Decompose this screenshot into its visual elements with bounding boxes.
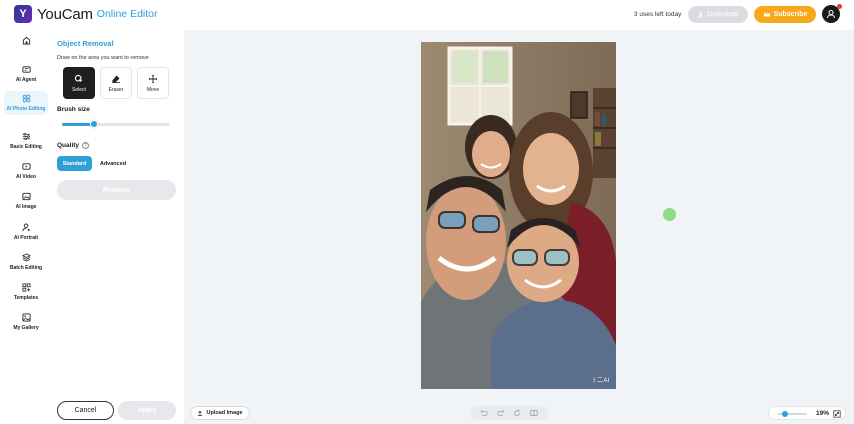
brush-size-label: Brush size xyxy=(57,106,90,113)
undo-icon[interactable] xyxy=(480,409,488,417)
eraser-tool-label: Eraser xyxy=(108,86,124,93)
move-icon xyxy=(148,74,158,83)
redo-icon[interactable] xyxy=(497,409,505,417)
top-bar: Y YouCam Online Editor 3 uses left today… xyxy=(0,0,854,30)
nav-basic-editing[interactable]: Basic Editing xyxy=(4,132,48,150)
watermark-text: ᛒ二AI xyxy=(592,378,610,384)
reset-icon[interactable] xyxy=(513,409,521,417)
select-tool-button[interactable]: Select xyxy=(63,67,95,99)
layers-icon xyxy=(21,253,31,262)
nav-ai-image[interactable]: AI Image xyxy=(4,192,48,210)
nav-ai-portrait-label: AI Portrait xyxy=(13,235,39,241)
ai-agent-icon xyxy=(21,66,31,73)
family-photo[interactable]: ᛒ二AI xyxy=(421,42,616,389)
left-nav: AI Agent AI Photo Editing Basic Editing … xyxy=(0,30,52,424)
move-tool-label: Move xyxy=(146,86,160,93)
subscribe-button[interactable]: Subscribe xyxy=(754,6,816,23)
nav-my-gallery[interactable]: My Gallery xyxy=(4,313,48,331)
zoom-slider[interactable] xyxy=(777,411,807,417)
family-selfie-image xyxy=(421,42,616,389)
user-icon xyxy=(827,10,835,19)
panel-title: Object Removal xyxy=(57,39,114,48)
upload-image-button[interactable]: Upload Image xyxy=(190,406,250,420)
nav-ai-video-label: AI Video xyxy=(16,174,36,180)
panel-subtitle: Draw on the area you want to remove xyxy=(57,55,149,61)
info-icon[interactable]: ? xyxy=(82,142,90,149)
nav-batch-editing-label: Batch Editing xyxy=(9,265,43,271)
brush-cursor xyxy=(663,208,676,221)
object-removal-panel: Object Removal Draw on the area you want… xyxy=(52,30,184,424)
editor-canvas[interactable]: ᛒ二AI Upload Image 19% xyxy=(184,30,854,424)
crown-icon xyxy=(763,11,770,17)
nav-templates-label: Templates xyxy=(13,295,39,301)
quality-advanced-button[interactable]: Advanced xyxy=(95,156,131,171)
quality-standard-button[interactable]: Standard xyxy=(57,156,92,171)
nav-ai-video[interactable]: AI Video xyxy=(4,162,48,180)
nav-home[interactable] xyxy=(4,36,48,48)
select-icon xyxy=(74,74,83,82)
select-tool-label: Select xyxy=(72,86,86,93)
quality-label: Quality xyxy=(57,142,80,150)
quality-heading: Quality? xyxy=(57,142,90,150)
download-button[interactable]: Download xyxy=(688,6,748,23)
nav-my-gallery-label: My Gallery xyxy=(13,325,39,331)
upload-icon xyxy=(198,410,203,416)
nav-ai-agent[interactable]: AI Agent xyxy=(4,65,48,83)
app-logo[interactable]: Y YouCam Online Editor xyxy=(14,5,158,23)
app-name: YouCam xyxy=(37,5,93,23)
video-icon xyxy=(21,163,31,170)
templates-icon xyxy=(21,283,31,292)
zoom-value: 19% xyxy=(816,410,830,417)
nav-basic-editing-label: Basic Editing xyxy=(10,144,42,150)
uses-left-text: 3 uses left today xyxy=(634,11,682,18)
eraser-icon xyxy=(112,75,120,83)
nav-templates[interactable]: Templates xyxy=(4,283,48,301)
download-label: Download xyxy=(707,11,739,18)
app-subtitle: Online Editor xyxy=(96,8,158,20)
nav-batch-editing[interactable]: Batch Editing xyxy=(4,253,48,271)
nav-ai-photo-editing[interactable]: AI Photo Editing xyxy=(4,91,48,115)
notification-dot xyxy=(837,4,842,9)
subscribe-label: Subscribe xyxy=(773,11,808,18)
home-icon xyxy=(22,36,30,45)
remove-button[interactable]: Remove xyxy=(57,180,176,200)
move-tool-button[interactable]: Move xyxy=(137,67,169,99)
zoom-slider-handle[interactable] xyxy=(781,411,788,417)
nav-ai-agent-label: AI Agent xyxy=(15,77,37,83)
zoom-control: 19% xyxy=(768,406,846,420)
cancel-button[interactable]: Cancel xyxy=(57,401,114,420)
history-controls xyxy=(470,406,548,420)
youcam-logo-icon: Y xyxy=(14,5,32,23)
eraser-tool-button[interactable]: Eraser xyxy=(100,67,132,99)
apply-button[interactable]: Apply xyxy=(118,401,176,420)
ai-photo-editing-icon xyxy=(22,94,30,103)
upload-image-label: Upload Image xyxy=(206,410,243,416)
nav-ai-photo-editing-label: AI Photo Editing xyxy=(6,106,46,112)
fit-screen-icon[interactable] xyxy=(833,410,841,418)
compare-icon[interactable] xyxy=(530,409,538,417)
nav-ai-image-label: AI Image xyxy=(15,204,37,210)
sliders-icon xyxy=(22,132,30,141)
download-icon xyxy=(698,11,704,18)
nav-ai-portrait[interactable]: AI Portrait xyxy=(4,223,48,241)
brush-size-slider[interactable] xyxy=(62,120,170,128)
brush-size-slider-handle[interactable] xyxy=(90,120,99,128)
portrait-icon xyxy=(21,223,30,232)
gallery-icon xyxy=(21,313,31,322)
image-icon xyxy=(21,192,31,201)
